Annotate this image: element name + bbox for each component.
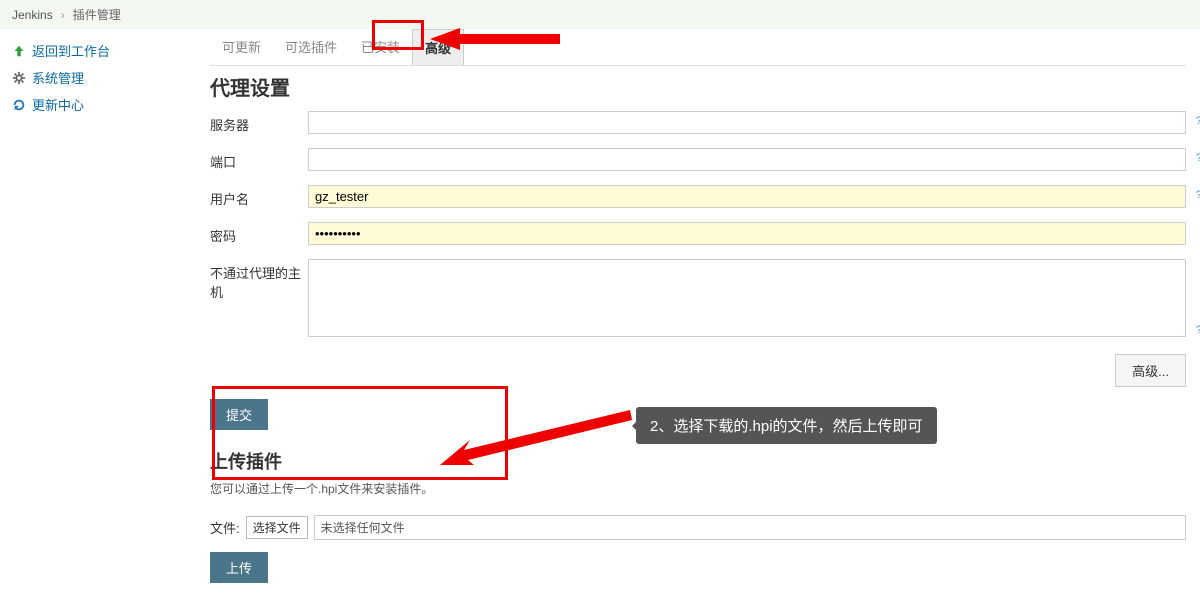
input-server[interactable] — [308, 111, 1186, 134]
input-port[interactable] — [308, 148, 1186, 171]
row-user: 用户名 ? — [210, 185, 1186, 208]
row-port: 端口 ? — [210, 148, 1186, 171]
breadcrumb-root[interactable]: Jenkins — [12, 8, 53, 22]
tab-advanced[interactable]: 高级 — [412, 29, 464, 65]
main: 可更新 可选插件 已安装 高级 代理设置 服务器 ? 端口 ? — [210, 29, 1200, 603]
sidebar-item-label: 更新中心 — [32, 95, 84, 114]
arrow-up-icon — [12, 44, 26, 58]
input-user[interactable] — [308, 185, 1186, 208]
file-label: 文件: — [210, 518, 240, 537]
help-icon[interactable]: ? — [1196, 324, 1200, 336]
row-server: 服务器 ? — [210, 111, 1186, 134]
sidebar-item-manage[interactable]: 系统管理 — [4, 64, 206, 91]
gear-icon — [12, 71, 26, 85]
submit-proxy-button[interactable]: 提交 — [210, 399, 268, 430]
tab-installed[interactable]: 已安装 — [349, 29, 412, 65]
refresh-icon — [12, 98, 26, 112]
textarea-noproxy[interactable] — [308, 259, 1186, 337]
row-noproxy: 不通过代理的主机 ? — [210, 259, 1186, 340]
sidebar-item-update[interactable]: 更新中心 — [4, 91, 206, 118]
sidebar: 返回到工作台 系统管理 更新中心 — [0, 29, 210, 603]
breadcrumb-current: 插件管理 — [73, 6, 121, 23]
tab-available[interactable]: 可选插件 — [273, 29, 349, 65]
upload-desc: 您可以通过上传一个.hpi文件来安装插件。 — [210, 480, 1186, 497]
sidebar-item-label: 返回到工作台 — [32, 41, 110, 60]
advanced-button[interactable]: 高级... — [1115, 354, 1186, 387]
label-user: 用户名 — [210, 185, 308, 208]
label-server: 服务器 — [210, 111, 308, 134]
label-port: 端口 — [210, 148, 308, 171]
tab-updatable[interactable]: 可更新 — [210, 29, 273, 65]
proxy-section-title: 代理设置 — [210, 72, 1186, 101]
upload-button[interactable]: 上传 — [210, 552, 268, 583]
help-icon[interactable]: ? — [1196, 152, 1200, 164]
breadcrumb-sep: › — [61, 8, 65, 22]
sidebar-item-back[interactable]: 返回到工作台 — [4, 37, 206, 64]
help-icon[interactable]: ? — [1196, 189, 1200, 201]
choose-file-button[interactable]: 选择文件 — [246, 516, 308, 539]
label-noproxy: 不通过代理的主机 — [210, 259, 308, 301]
upload-section-title: 上传插件 — [210, 448, 1186, 474]
label-password: 密码 — [210, 222, 308, 245]
breadcrumb: Jenkins › 插件管理 — [0, 0, 1200, 29]
input-password[interactable] — [308, 222, 1186, 245]
tabs: 可更新 可选插件 已安装 高级 — [210, 29, 1186, 66]
help-icon[interactable]: ? — [1196, 115, 1200, 127]
row-password: 密码 — [210, 222, 1186, 245]
sidebar-item-label: 系统管理 — [32, 68, 84, 87]
